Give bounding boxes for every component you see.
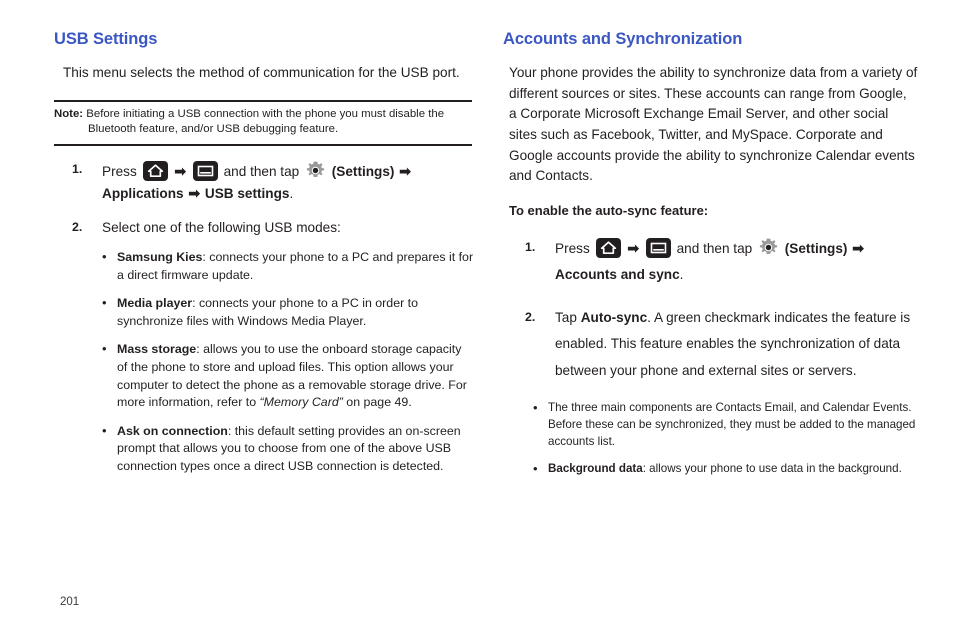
- step-text-settings-label: (Settings): [331, 164, 395, 180]
- auto-sync-subheading: To enable the auto-sync feature:: [509, 202, 709, 218]
- note-body: Note: Before initiating a USB connection…: [54, 102, 472, 144]
- step-text-usb-settings: USB settings: [204, 186, 290, 202]
- arrow-icon-3: ➡: [188, 185, 201, 202]
- mode-term: Mass storage: [117, 342, 197, 357]
- list-item: Samsung Kies: connects your phone to a P…: [102, 248, 474, 284]
- step-item-1: 1. Press ➡ and then tap: [54, 160, 474, 205]
- list-item: Media player: connects your phone to a P…: [102, 294, 474, 330]
- usb-modes-list: Samsung Kies: connects your phone to a P…: [102, 248, 474, 476]
- memory-card-reference: “Memory Card”: [259, 395, 343, 410]
- step-number: 1.: [72, 162, 83, 177]
- step-item-2: 2. Select one of the following USB modes…: [54, 218, 474, 476]
- step-item-2: 2. Tap Auto-sync. A green checkmark indi…: [503, 305, 918, 385]
- step-text-applications: Applications: [102, 186, 184, 202]
- list-item: The three main components are Contacts E…: [533, 399, 918, 450]
- list-item: Ask on connection: this default setting …: [102, 422, 474, 476]
- step-number: 2.: [72, 219, 83, 234]
- step-item-1: 1. Press ➡ and then tap: [503, 235, 918, 289]
- step-text-press: Press: [102, 164, 137, 180]
- note-block: Note: Before initiating a USB connection…: [54, 99, 472, 147]
- step-text-and-then-tap: and then tap: [223, 164, 300, 180]
- list-item: Mass storage: allows you to use the onbo…: [102, 340, 474, 411]
- usb-settings-steps: 1. Press ➡ and then tap (Settings) ➡ App…: [54, 160, 474, 475]
- settings-gear-icon: [305, 160, 326, 181]
- bullet-description: The three main components are Contacts E…: [548, 401, 916, 448]
- note-bottom-rule: [54, 144, 472, 147]
- arrow-icon-2: ➡: [852, 239, 864, 256]
- step-text-period: .: [679, 267, 684, 283]
- step-text-accounts-and-sync: Accounts and sync: [555, 267, 680, 283]
- step-text-and-then-tap: and then tap: [676, 240, 753, 256]
- arrow-icon: ➡: [627, 239, 640, 256]
- auto-sync-label: Auto-sync: [580, 309, 648, 325]
- settings-gear-icon: [758, 237, 779, 258]
- home-key-icon: [142, 161, 168, 182]
- home-key-icon: [595, 237, 621, 258]
- note-text: Before initiating a USB connection with …: [86, 107, 445, 136]
- step-text-tap: Tap: [555, 309, 577, 325]
- step-text-press: Press: [555, 240, 590, 256]
- step-text: Select one of the following USB modes:: [102, 219, 341, 235]
- page-title-usb-settings: USB Settings: [54, 30, 158, 48]
- accounts-sync-intro-text: Your phone provides the ability to synch…: [509, 65, 918, 184]
- arrow-icon-2: ➡: [399, 163, 411, 180]
- mode-term: Samsung Kies: [117, 249, 203, 264]
- right-column: Accounts and Synchronization Your phone …: [503, 30, 918, 487]
- mode-term: Media player: [117, 296, 193, 311]
- manual-page: USB Settings This menu selects the metho…: [0, 0, 954, 636]
- step-text-settings-label: (Settings): [784, 240, 848, 256]
- left-column: USB Settings This menu selects the metho…: [54, 30, 474, 489]
- arrow-icon: ➡: [174, 163, 187, 180]
- auto-sync-steps: 1. Press ➡ and then tap (Settings) ➡ Acc…: [503, 235, 918, 385]
- page-number: 201: [60, 596, 80, 608]
- bullet-description: : allows your phone to use data in the b…: [642, 461, 902, 475]
- bullet-term: Background data: [548, 461, 643, 475]
- note-label: Note:: [54, 107, 84, 120]
- usb-settings-intro-text: This menu selects the method of communic…: [63, 65, 460, 80]
- step-number: 2.: [525, 309, 536, 324]
- auto-sync-sub-bullets: The three main components are Contacts E…: [503, 399, 918, 479]
- step-text-period: .: [289, 186, 294, 202]
- menu-key-icon: [192, 161, 218, 182]
- step-number: 1.: [525, 239, 536, 254]
- list-item: Background data: allows your phone to us…: [533, 460, 918, 479]
- mode-description-tail: on page 49.: [342, 395, 412, 410]
- page-title-accounts-sync: Accounts and Synchronization: [503, 30, 743, 48]
- mode-term: Ask on connection: [117, 423, 228, 438]
- menu-key-icon: [645, 237, 671, 258]
